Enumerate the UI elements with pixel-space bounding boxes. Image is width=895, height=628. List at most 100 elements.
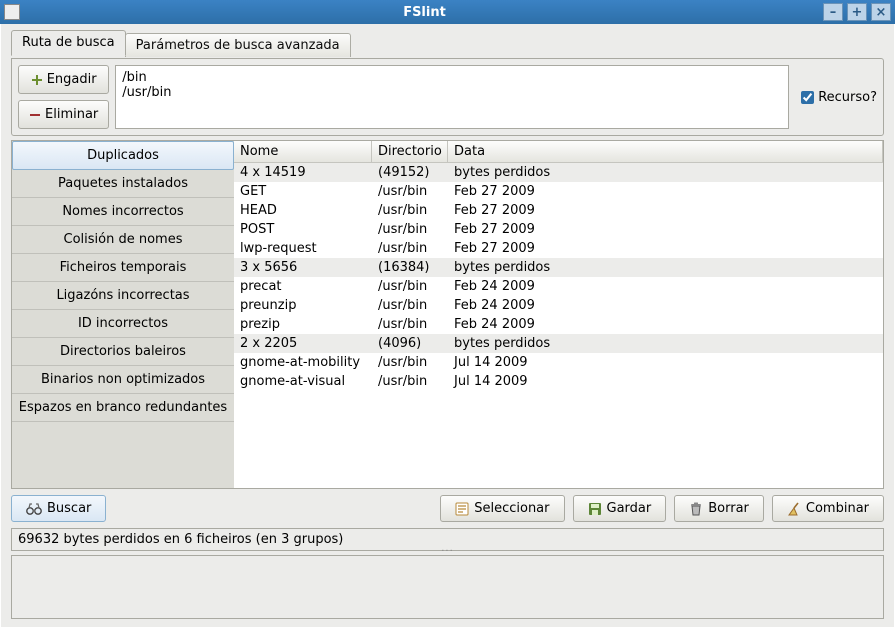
sidebar-item-0[interactable]: Duplicados (12, 141, 234, 170)
result-row[interactable]: preunzip/usr/binFeb 24 2009 (234, 296, 883, 315)
cell-name: lwp-request (234, 240, 372, 257)
results-panel: Nome Directorio Data 4 x 14519(49152)byt… (234, 141, 883, 488)
cell-date: Feb 24 2009 (448, 297, 883, 314)
result-row[interactable]: prezip/usr/binFeb 24 2009 (234, 315, 883, 334)
recurse-label: Recurso? (818, 90, 877, 105)
results-header: Nome Directorio Data (234, 141, 883, 163)
cell-dir: /usr/bin (372, 278, 448, 295)
find-button[interactable]: Buscar (11, 495, 106, 522)
select-label: Seleccionar (474, 501, 549, 516)
add-path-button[interactable]: Engadir (18, 65, 109, 94)
result-group-row[interactable]: 2 x 2205(4096)bytes perdidos (234, 334, 883, 353)
cell-dir: /usr/bin (372, 316, 448, 333)
sidebar-item-2[interactable]: Nomes incorrectos (12, 198, 234, 226)
cell-date: bytes perdidos (448, 259, 883, 276)
cell-date: Feb 27 2009 (448, 183, 883, 200)
select-button[interactable]: Seleccionar (440, 495, 564, 522)
cell-name: 2 x 2205 (234, 335, 372, 352)
cell-dir: /usr/bin (372, 221, 448, 238)
sidebar-item-9[interactable]: Espazos en branco redundantes (12, 394, 234, 422)
tab-advanced[interactable]: Parámetros de busca avanzada (125, 33, 351, 57)
result-row[interactable]: gnome-at-visual/usr/binJul 14 2009 (234, 372, 883, 391)
recurse-checkbox[interactable] (801, 91, 814, 104)
cell-name: 4 x 14519 (234, 164, 372, 181)
result-row[interactable]: gnome-at-mobility/usr/binJul 14 2009 (234, 353, 883, 372)
cell-dir: /usr/bin (372, 354, 448, 371)
tabs-row: Ruta de busca Parámetros de busca avanza… (11, 29, 884, 55)
minimize-button[interactable]: – (823, 3, 843, 21)
delete-label: Borrar (708, 501, 749, 516)
titlebar: FSlint – + × (0, 0, 895, 24)
cell-name: precat (234, 278, 372, 295)
trash-icon (689, 502, 703, 516)
cell-date: Jul 14 2009 (448, 373, 883, 390)
column-header-name[interactable]: Nome (234, 141, 372, 162)
merge-button[interactable]: Combinar (772, 495, 884, 522)
save-label: Gardar (607, 501, 652, 516)
select-icon (455, 502, 469, 516)
sidebar-item-3[interactable]: Colisión de nomes (12, 226, 234, 254)
cell-dir: /usr/bin (372, 183, 448, 200)
cell-name: GET (234, 183, 372, 200)
cell-name: gnome-at-mobility (234, 354, 372, 371)
cell-date: bytes perdidos (448, 164, 883, 181)
cell-dir: /usr/bin (372, 373, 448, 390)
cell-dir: (16384) (372, 259, 448, 276)
result-row[interactable]: lwp-request/usr/binFeb 27 2009 (234, 239, 883, 258)
cell-date: Feb 27 2009 (448, 240, 883, 257)
search-path-panel: Engadir Eliminar /bin /usr/bin Recurso? (11, 58, 884, 136)
result-row[interactable]: precat/usr/binFeb 24 2009 (234, 277, 883, 296)
sidebar-item-7[interactable]: Directorios baleiros (12, 338, 234, 366)
cell-name: POST (234, 221, 372, 238)
column-header-dir[interactable]: Directorio (372, 141, 448, 162)
column-header-date[interactable]: Data (448, 141, 883, 162)
cell-dir: (49152) (372, 164, 448, 181)
broom-icon (787, 502, 801, 516)
bottom-toolbar: Buscar Seleccionar Gardar Borrar Combin (11, 493, 884, 524)
sidebar-item-5[interactable]: Ligazóns incorrectas (12, 282, 234, 310)
cell-name: gnome-at-visual (234, 373, 372, 390)
output-pane[interactable] (11, 555, 884, 619)
cell-date: bytes perdidos (448, 335, 883, 352)
add-path-label: Engadir (47, 72, 97, 87)
merge-label: Combinar (806, 501, 869, 516)
main-area: DuplicadosPaquetes instaladosNomes incor… (11, 140, 884, 489)
cell-date: Jul 14 2009 (448, 354, 883, 371)
result-row[interactable]: HEAD/usr/binFeb 27 2009 (234, 201, 883, 220)
sidebar-item-8[interactable]: Binarios non optimizados (12, 366, 234, 394)
cell-name: HEAD (234, 202, 372, 219)
remove-path-button[interactable]: Eliminar (18, 100, 109, 129)
sidebar-item-1[interactable]: Paquetes instalados (12, 170, 234, 198)
cell-date: Feb 24 2009 (448, 316, 883, 333)
cell-name: preunzip (234, 297, 372, 314)
delete-button[interactable]: Borrar (674, 495, 764, 522)
sidebar-item-4[interactable]: Ficheiros temporais (12, 254, 234, 282)
result-group-row[interactable]: 4 x 14519(49152)bytes perdidos (234, 163, 883, 182)
cell-date: Feb 27 2009 (448, 221, 883, 238)
app-icon (4, 4, 20, 20)
remove-path-label: Eliminar (45, 107, 98, 122)
recurse-checkbox-wrap[interactable]: Recurso? (795, 65, 877, 129)
remove-icon (29, 109, 41, 121)
result-group-row[interactable]: 3 x 5656(16384)bytes perdidos (234, 258, 883, 277)
save-icon (588, 502, 602, 516)
cell-name: prezip (234, 316, 372, 333)
sidebar-item-6[interactable]: ID incorrectos (12, 310, 234, 338)
result-row[interactable]: POST/usr/binFeb 27 2009 (234, 220, 883, 239)
cell-date: Feb 24 2009 (448, 278, 883, 295)
maximize-button[interactable]: + (847, 3, 867, 21)
cell-dir: (4096) (372, 335, 448, 352)
close-button[interactable]: × (871, 3, 891, 21)
cell-dir: /usr/bin (372, 240, 448, 257)
save-button[interactable]: Gardar (573, 495, 667, 522)
paths-list[interactable]: /bin /usr/bin (115, 65, 789, 129)
cell-dir: /usr/bin (372, 297, 448, 314)
binoculars-icon (26, 502, 42, 516)
sidebar: DuplicadosPaquetes instaladosNomes incor… (12, 141, 234, 488)
cell-dir: /usr/bin (372, 202, 448, 219)
window-title: FSlint (26, 5, 823, 20)
tab-search-path[interactable]: Ruta de busca (11, 30, 126, 56)
cell-name: 3 x 5656 (234, 259, 372, 276)
results-body[interactable]: 4 x 14519(49152)bytes perdidosGET/usr/bi… (234, 163, 883, 488)
result-row[interactable]: GET/usr/binFeb 27 2009 (234, 182, 883, 201)
